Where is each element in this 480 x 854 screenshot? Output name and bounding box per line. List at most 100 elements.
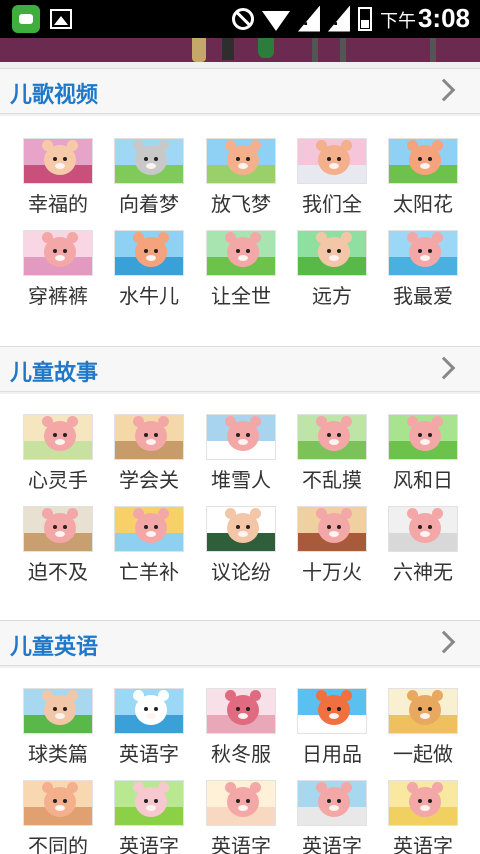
video-tile[interactable]: 一起做 bbox=[377, 688, 469, 780]
video-title: 英语字 bbox=[119, 742, 179, 766]
video-title: 我们全 bbox=[302, 192, 362, 216]
video-tile[interactable]: 迫不及 bbox=[12, 506, 104, 598]
video-tile[interactable]: 太阳花 bbox=[377, 138, 469, 230]
video-tile[interactable]: 十万火 bbox=[286, 506, 378, 598]
video-thumbnail[interactable] bbox=[206, 414, 276, 460]
video-thumbnail[interactable] bbox=[114, 414, 184, 460]
section-title: 儿歌视频 bbox=[10, 83, 99, 108]
video-thumbnail[interactable] bbox=[206, 780, 276, 826]
video-tile[interactable]: 英语字 bbox=[195, 780, 287, 854]
video-thumbnail[interactable] bbox=[23, 780, 93, 826]
video-thumbnail[interactable] bbox=[297, 780, 367, 826]
video-thumbnail[interactable] bbox=[388, 230, 458, 276]
video-thumbnail[interactable] bbox=[23, 138, 93, 184]
video-tile[interactable]: 放飞梦 bbox=[195, 138, 287, 230]
video-thumbnail[interactable] bbox=[206, 230, 276, 276]
video-tile[interactable]: 不乱摸 bbox=[286, 414, 378, 506]
section-header-english[interactable]: 儿童英语 bbox=[0, 620, 480, 666]
chevron-right-icon[interactable] bbox=[432, 78, 456, 102]
section-header-stories[interactable]: 儿童故事 bbox=[0, 346, 480, 392]
section-header-songs[interactable]: 儿歌视频 bbox=[0, 68, 480, 114]
video-tile[interactable]: 不同的 bbox=[12, 780, 104, 854]
video-title: 一起做 bbox=[393, 742, 453, 766]
video-thumbnail[interactable] bbox=[297, 230, 367, 276]
video-thumbnail[interactable] bbox=[297, 138, 367, 184]
app-notification-icon bbox=[12, 5, 40, 33]
video-tile[interactable]: 英语字 bbox=[103, 780, 195, 854]
video-tile[interactable]: 穿裤裤 bbox=[12, 230, 104, 322]
video-tile[interactable]: 六神无 bbox=[377, 506, 469, 598]
chevron-right-icon[interactable] bbox=[432, 630, 456, 654]
video-thumbnail[interactable] bbox=[23, 230, 93, 276]
video-thumbnail[interactable] bbox=[297, 688, 367, 734]
video-tile[interactable]: 我们全 bbox=[286, 138, 378, 230]
video-tile[interactable]: 堆雪人 bbox=[195, 414, 287, 506]
video-title: 让全世 bbox=[211, 284, 271, 308]
section-title: 儿童英语 bbox=[10, 635, 99, 660]
video-title: 太阳花 bbox=[393, 192, 453, 216]
video-title: 幸福的 bbox=[28, 192, 88, 216]
video-title: 水牛儿 bbox=[119, 284, 179, 308]
video-title: 英语字 bbox=[119, 834, 179, 854]
video-thumbnail[interactable] bbox=[114, 138, 184, 184]
signal-icon bbox=[297, 5, 320, 32]
status-bar: 下午3:08 bbox=[0, 0, 480, 38]
video-tile[interactable]: 学会关 bbox=[103, 414, 195, 506]
video-tile[interactable]: 心灵手 bbox=[12, 414, 104, 506]
blocked-icon bbox=[231, 7, 254, 30]
video-tile[interactable]: 秋冬服 bbox=[195, 688, 287, 780]
video-title: 英语字 bbox=[393, 834, 453, 854]
image-icon bbox=[50, 9, 72, 29]
video-thumbnail[interactable] bbox=[388, 506, 458, 552]
video-title: 学会关 bbox=[119, 468, 179, 492]
video-thumbnail[interactable] bbox=[114, 688, 184, 734]
video-tile[interactable]: 远方 bbox=[286, 230, 378, 322]
video-tile[interactable]: 让全世 bbox=[195, 230, 287, 322]
video-thumbnail[interactable] bbox=[206, 506, 276, 552]
video-thumbnail[interactable] bbox=[388, 414, 458, 460]
video-tile[interactable]: 水牛儿 bbox=[103, 230, 195, 322]
video-tile[interactable]: 我最爱 bbox=[377, 230, 469, 322]
video-grid-english: 球类篇 英语字 秋冬服 日用品 一起做 不同的 英语字 英语字 英语字 英语字 bbox=[0, 668, 480, 854]
video-thumbnail[interactable] bbox=[297, 506, 367, 552]
video-title: 不同的 bbox=[28, 834, 88, 854]
video-tile[interactable]: 风和日 bbox=[377, 414, 469, 506]
video-title: 堆雪人 bbox=[211, 468, 271, 492]
video-title: 远方 bbox=[312, 284, 352, 308]
video-thumbnail[interactable] bbox=[388, 138, 458, 184]
video-tile[interactable]: 议论纷 bbox=[195, 506, 287, 598]
video-thumbnail[interactable] bbox=[388, 688, 458, 734]
top-banner-image[interactable] bbox=[0, 38, 480, 62]
video-title: 日用品 bbox=[302, 742, 362, 766]
video-tile[interactable]: 球类篇 bbox=[12, 688, 104, 780]
video-tile[interactable]: 幸福的 bbox=[12, 138, 104, 230]
video-thumbnail[interactable] bbox=[114, 506, 184, 552]
chevron-right-icon[interactable] bbox=[432, 356, 456, 380]
video-title: 议论纷 bbox=[211, 560, 271, 584]
video-tile[interactable]: 英语字 bbox=[377, 780, 469, 854]
video-tile[interactable]: 日用品 bbox=[286, 688, 378, 780]
status-clock: 下午3:08 bbox=[379, 3, 470, 33]
video-thumbnail[interactable] bbox=[23, 506, 93, 552]
video-grid-stories: 心灵手 学会关 堆雪人 不乱摸 风和日迫不及 亡羊补 议论纷 十万火 六神无 bbox=[0, 394, 480, 620]
video-tile[interactable]: 向着梦 bbox=[103, 138, 195, 230]
video-title: 风和日 bbox=[393, 468, 453, 492]
video-tile[interactable]: 亡羊补 bbox=[103, 506, 195, 598]
video-title: 穿裤裤 bbox=[28, 284, 88, 308]
video-grid-songs: 幸福的 向着梦 放飞梦 我们全 太阳花穿裤裤 水牛儿 让全世 远方 我最爱 bbox=[0, 116, 480, 346]
section-title: 儿童故事 bbox=[10, 361, 99, 386]
video-thumbnail[interactable] bbox=[23, 688, 93, 734]
video-thumbnail[interactable] bbox=[206, 138, 276, 184]
video-thumbnail[interactable] bbox=[297, 414, 367, 460]
video-title: 英语字 bbox=[302, 834, 362, 854]
video-thumbnail[interactable] bbox=[388, 780, 458, 826]
video-tile[interactable]: 英语字 bbox=[103, 688, 195, 780]
video-thumbnail[interactable] bbox=[206, 688, 276, 734]
video-title: 球类篇 bbox=[28, 742, 88, 766]
video-thumbnail[interactable] bbox=[114, 780, 184, 826]
video-thumbnail[interactable] bbox=[114, 230, 184, 276]
video-tile[interactable]: 英语字 bbox=[286, 780, 378, 854]
video-title: 六神无 bbox=[393, 560, 453, 584]
video-title: 英语字 bbox=[211, 834, 271, 854]
video-thumbnail[interactable] bbox=[23, 414, 93, 460]
